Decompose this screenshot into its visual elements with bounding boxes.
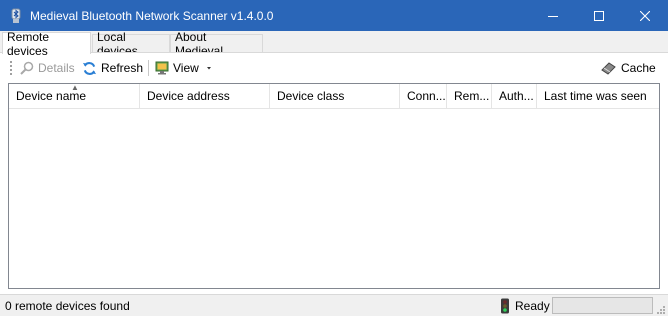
view-dropdown-button[interactable]: View <box>155 58 215 78</box>
column-header-authenticated[interactable]: Auth... <box>492 84 537 108</box>
column-label: Auth... <box>499 89 534 103</box>
eraser-icon <box>601 62 616 75</box>
close-icon <box>640 10 650 21</box>
column-header-device-name[interactable]: ▲ Device name <box>9 84 140 108</box>
refresh-button[interactable]: Refresh <box>82 58 143 78</box>
resize-grip[interactable] <box>656 304 666 314</box>
column-label: Device class <box>277 89 345 103</box>
maximize-button[interactable] <box>576 0 622 31</box>
magnifier-icon <box>20 61 34 75</box>
column-header-connected[interactable]: Conn... <box>400 84 447 108</box>
column-header-device-address[interactable]: Device address <box>140 84 270 108</box>
toolbar: Details Refresh View Cache <box>0 53 668 83</box>
view-label: View <box>173 61 199 75</box>
minimize-icon <box>548 15 558 17</box>
column-header-remembered[interactable]: Rem... <box>447 84 492 108</box>
window-title: Medieval Bluetooth Network Scanner v1.4.… <box>30 8 274 23</box>
refresh-icon <box>82 61 97 75</box>
title-bar[interactable]: Medieval Bluetooth Network Scanner v1.4.… <box>0 0 668 31</box>
remote-devices-panel: Details Refresh View Cache ▲ Device name… <box>0 52 668 294</box>
tab-label: Remote devices <box>7 29 50 58</box>
column-label: Device address <box>147 89 230 103</box>
tab-remote-devices[interactable]: Remote devices <box>2 30 91 58</box>
maximize-icon <box>594 10 604 21</box>
column-label: Rem... <box>454 89 490 103</box>
details-label: Details <box>38 61 75 75</box>
close-button[interactable] <box>622 0 668 31</box>
toolbar-grip[interactable] <box>10 61 12 75</box>
tab-strip: Remote devices Local devices About Medie… <box>0 30 668 58</box>
ready-status: Ready <box>515 299 550 313</box>
device-list[interactable]: ▲ Device name Device address Device clas… <box>8 83 660 289</box>
bluetooth-app-icon <box>8 8 24 24</box>
tab-local-devices[interactable]: Local devices <box>92 30 170 58</box>
details-button[interactable]: Details <box>20 58 75 78</box>
column-header-device-class[interactable]: Device class <box>270 84 400 108</box>
column-header-last-seen[interactable]: Last time was seen <box>537 84 659 108</box>
traffic-light-icon <box>500 298 510 314</box>
status-bar: 0 remote devices found Ready <box>0 294 668 316</box>
device-list-header: ▲ Device name Device address Device clas… <box>9 84 659 109</box>
refresh-label: Refresh <box>101 61 144 75</box>
column-label: Conn... <box>407 89 446 103</box>
cache-label: Cache <box>621 61 656 75</box>
status-message: 0 remote devices found <box>5 299 130 313</box>
cache-button[interactable]: Cache <box>601 58 656 78</box>
monitor-icon <box>155 61 169 75</box>
progress-bar <box>552 297 653 314</box>
minimize-button[interactable] <box>530 0 576 31</box>
chevron-down-icon <box>206 67 211 70</box>
sort-ascending-icon: ▲ <box>71 84 79 92</box>
column-label: Last time was seen <box>544 89 647 103</box>
toolbar-separator <box>148 60 149 76</box>
tab-about[interactable]: About Medieval... <box>170 30 263 58</box>
